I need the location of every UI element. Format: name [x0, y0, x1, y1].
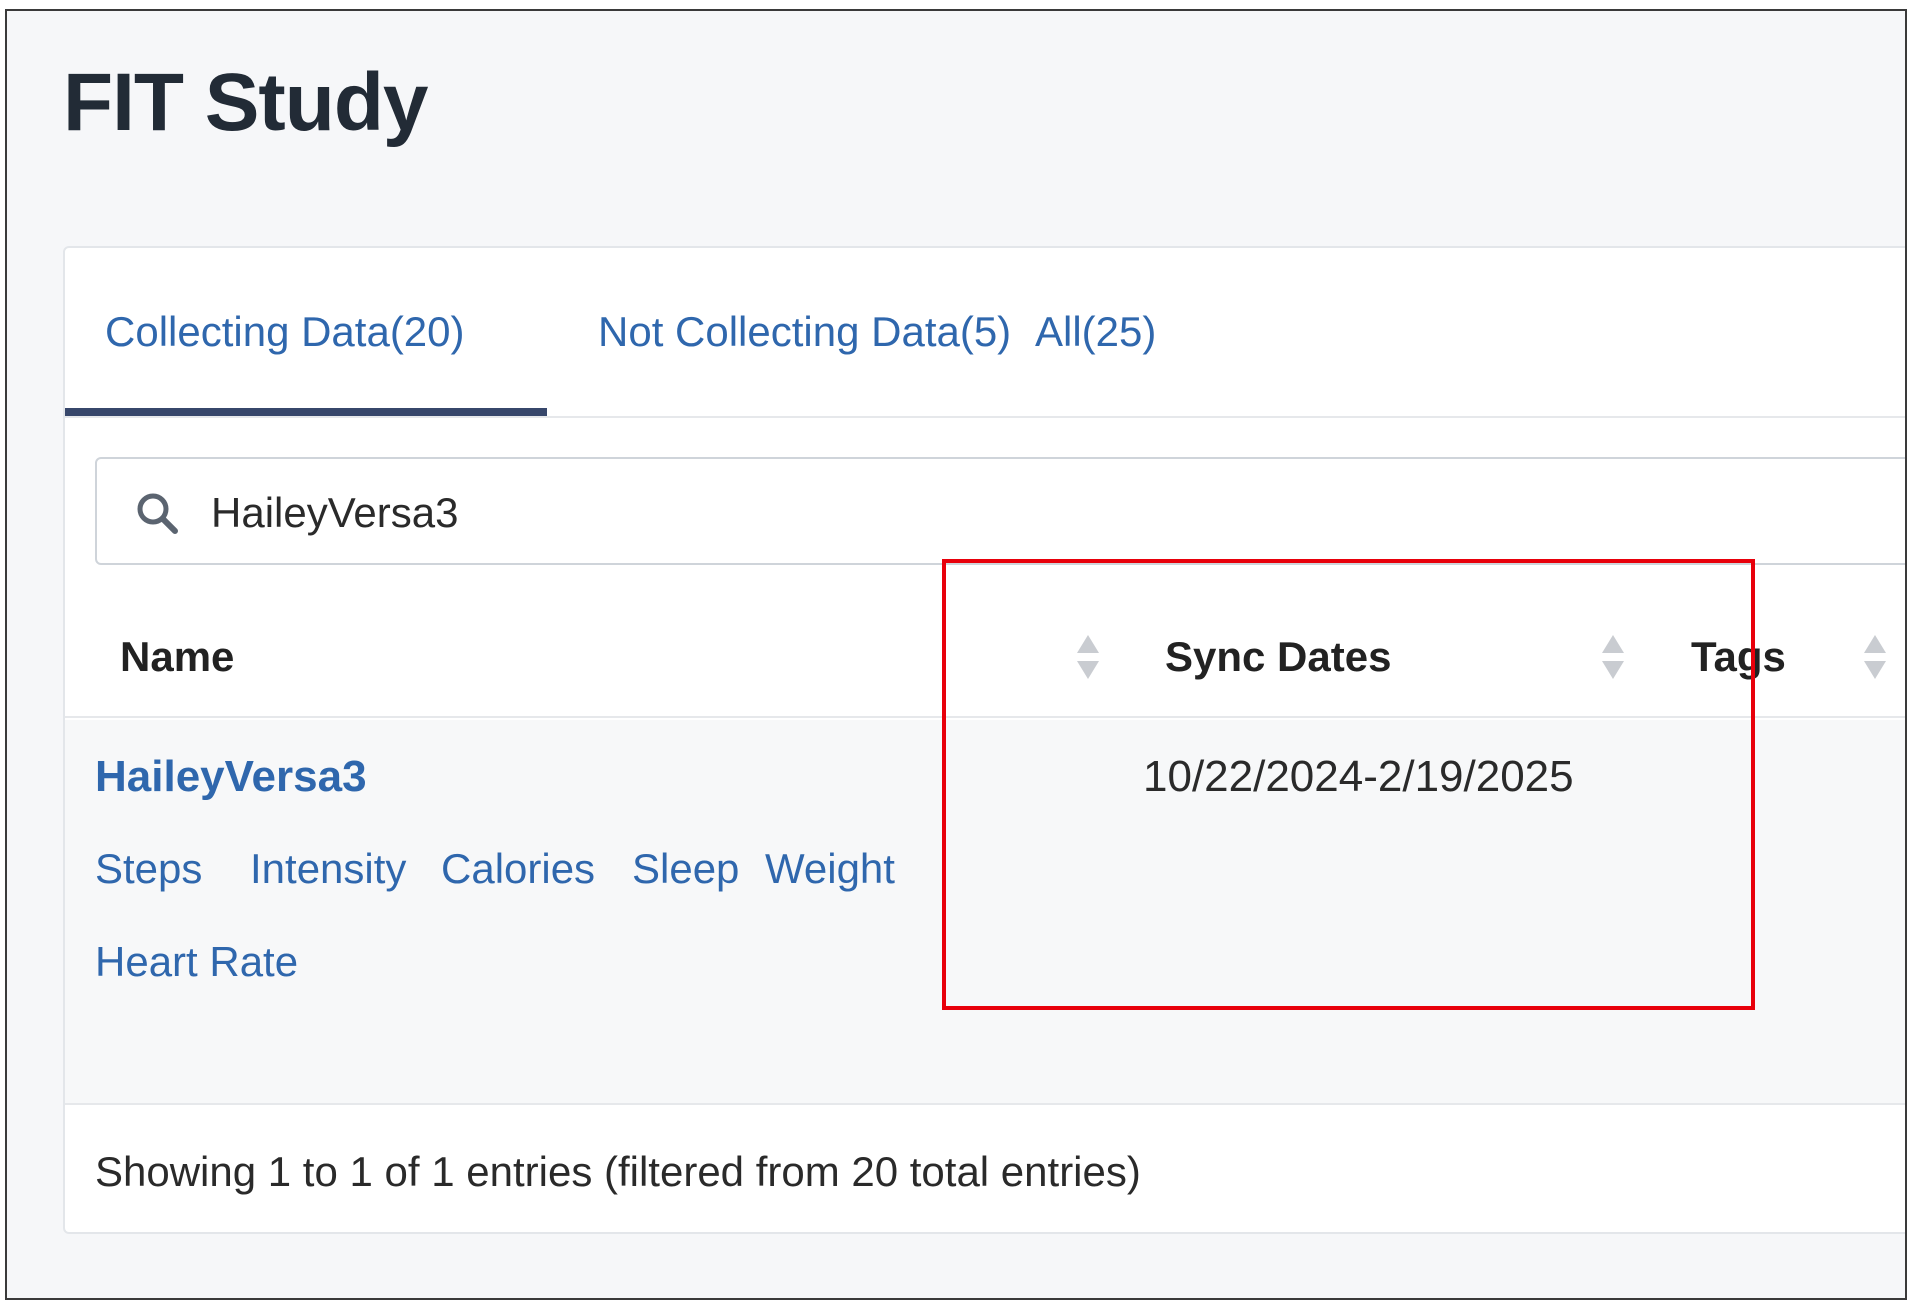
data-link-weight[interactable]: Weight — [765, 845, 895, 893]
search-icon — [137, 493, 178, 534]
column-header-sync-dates[interactable]: Sync Dates — [1165, 633, 1391, 681]
search-box[interactable] — [95, 457, 1905, 565]
tab-all[interactable]: All(25) — [1035, 308, 1156, 356]
data-link-heart-rate[interactable]: Heart Rate — [95, 938, 298, 986]
data-link-steps[interactable]: Steps — [95, 845, 202, 893]
column-header-name[interactable]: Name — [120, 633, 234, 681]
sort-icon[interactable] — [1862, 633, 1888, 681]
app-frame: FIT Study Collecting Data(20) Not Collec… — [5, 9, 1907, 1300]
table-header: Name Sync Dates Tags — [65, 595, 1905, 718]
participant-name-link[interactable]: HaileyVersa3 — [95, 752, 367, 802]
sort-icon[interactable] — [1075, 633, 1101, 681]
data-link-calories[interactable]: Calories — [441, 845, 595, 893]
data-link-sleep[interactable]: Sleep — [632, 845, 739, 893]
active-tab-indicator — [65, 408, 547, 416]
column-header-tags[interactable]: Tags — [1691, 633, 1786, 681]
data-link-intensity[interactable]: Intensity — [250, 845, 406, 893]
sync-dates-value: 10/22/2024-2/19/2025 — [1143, 752, 1574, 801]
tab-bar: Collecting Data(20) Not Collecting Data(… — [65, 248, 1905, 418]
tab-not-collecting-data[interactable]: Not Collecting Data(5) — [598, 308, 1011, 356]
tab-collecting-data[interactable]: Collecting Data(20) — [105, 308, 465, 356]
sort-icon[interactable] — [1600, 633, 1626, 681]
table-info: Showing 1 to 1 of 1 entries (filtered fr… — [95, 1148, 1141, 1195]
search-input[interactable] — [211, 483, 1711, 543]
participants-card: Collecting Data(20) Not Collecting Data(… — [63, 246, 1905, 1234]
table-row: HaileyVersa3 Steps Intensity Calories Sl… — [65, 720, 1905, 1105]
page-title: FIT Study — [63, 57, 429, 148]
